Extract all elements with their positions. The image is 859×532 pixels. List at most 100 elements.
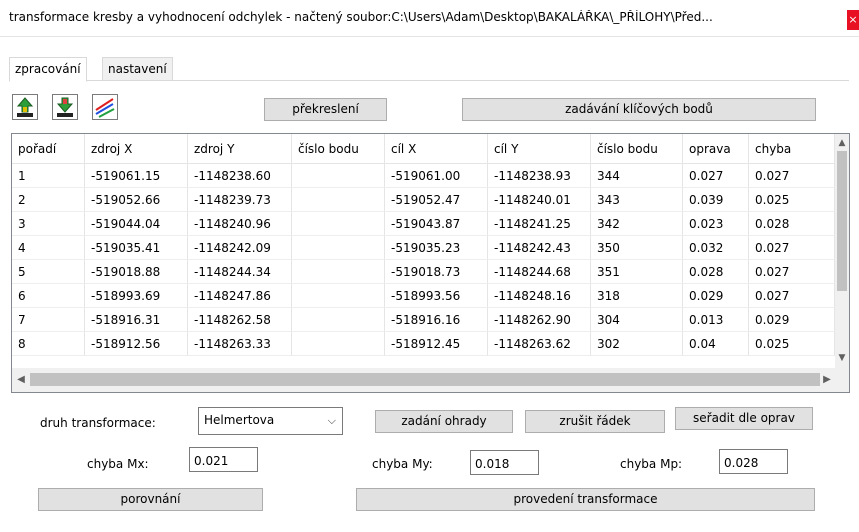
table-cell[interactable]: -519018.88 [85, 260, 188, 284]
tab-nastaveni[interactable]: nastavení [102, 57, 173, 81]
table-cell[interactable]: -519052.66 [85, 188, 188, 212]
column-header[interactable]: cíl X [385, 134, 488, 164]
scroll-right-icon[interactable]: ▶ [820, 373, 834, 387]
table-row[interactable]: 7 -518916.31 -1148262.58 -518916.16 -114… [12, 308, 835, 332]
load-target-button[interactable] [52, 94, 78, 120]
mp-field[interactable] [719, 449, 788, 474]
horizontal-scrollbar[interactable]: ◀ ▶ [12, 368, 835, 392]
fence-button[interactable]: zadání ohrady [375, 410, 513, 433]
table-cell[interactable]: 0.027 [749, 284, 835, 308]
table-cell[interactable]: 7 [12, 308, 85, 332]
table-cell[interactable]: -1148262.58 [188, 308, 292, 332]
table-row[interactable]: 8 -518912.56 -1148263.33 -518912.45 -114… [12, 332, 835, 356]
column-header[interactable]: zdroj X [85, 134, 188, 164]
table-cell[interactable]: -519052.47 [385, 188, 488, 212]
table-cell[interactable]: 0.023 [683, 212, 749, 236]
table-cell[interactable]: 6 [12, 284, 85, 308]
table-cell[interactable]: -519018.73 [385, 260, 488, 284]
table-cell[interactable]: -1148263.33 [188, 332, 292, 356]
table-cell[interactable]: 344 [591, 164, 683, 188]
table-cell[interactable]: -1148244.34 [188, 260, 292, 284]
table-cell[interactable]: 350 [591, 236, 683, 260]
load-source-button[interactable] [12, 94, 38, 120]
table-cell[interactable]: 0.039 [683, 188, 749, 212]
points-table[interactable]: pořadí zdroj X zdroj Y číslo bodu cíl X … [11, 133, 850, 393]
table-cell[interactable] [292, 308, 385, 332]
table-cell[interactable]: 0.027 [749, 164, 835, 188]
table-cell[interactable]: -519044.04 [85, 212, 188, 236]
column-header[interactable]: pořadí [12, 134, 85, 164]
table-cell[interactable]: 304 [591, 308, 683, 332]
table-cell[interactable]: -519061.15 [85, 164, 188, 188]
table-cell[interactable]: 3 [12, 212, 85, 236]
table-cell[interactable]: 0.029 [683, 284, 749, 308]
table-cell[interactable]: 302 [591, 332, 683, 356]
table-row[interactable]: 2 -519052.66 -1148239.73 -519052.47 -114… [12, 188, 835, 212]
table-cell[interactable]: 351 [591, 260, 683, 284]
table-cell[interactable]: -519035.41 [85, 236, 188, 260]
table-cell[interactable]: -518912.56 [85, 332, 188, 356]
table-cell[interactable] [292, 284, 385, 308]
table-cell[interactable]: -1148242.43 [488, 236, 591, 260]
mx-field[interactable] [189, 447, 258, 472]
my-field[interactable] [470, 450, 539, 475]
table-cell[interactable]: -1148240.96 [188, 212, 292, 236]
compare-button[interactable]: porovnání [38, 488, 263, 511]
draw-lines-button[interactable] [92, 94, 118, 120]
table-cell[interactable]: -519035.23 [385, 236, 488, 260]
table-cell[interactable]: -1148262.90 [488, 308, 591, 332]
table-cell[interactable]: -1148242.09 [188, 236, 292, 260]
table-cell[interactable]: 318 [591, 284, 683, 308]
keypoints-button[interactable]: zadávání klíčových bodů [462, 98, 816, 121]
column-header[interactable]: oprava [683, 134, 749, 164]
table-row[interactable]: 1 -519061.15 -1148238.60 -519061.00 -114… [12, 164, 835, 188]
table-cell[interactable]: -519043.87 [385, 212, 488, 236]
table-cell[interactable]: 4 [12, 236, 85, 260]
horizontal-scroll-thumb[interactable] [30, 373, 820, 386]
close-button[interactable]: × [847, 10, 859, 30]
column-header[interactable]: chyba [749, 134, 835, 164]
table-cell[interactable] [292, 164, 385, 188]
table-cell[interactable]: 0.028 [683, 260, 749, 284]
delete-row-button[interactable]: zrušit řádek [525, 410, 665, 433]
table-cell[interactable]: 342 [591, 212, 683, 236]
execute-transformation-button[interactable]: provedení transformace [356, 488, 815, 511]
table-row[interactable]: 3 -519044.04 -1148240.96 -519043.87 -114… [12, 212, 835, 236]
table-cell[interactable] [292, 260, 385, 284]
table-cell[interactable]: -1148263.62 [488, 332, 591, 356]
table-cell[interactable]: 0.028 [749, 212, 835, 236]
table-cell[interactable]: 2 [12, 188, 85, 212]
scroll-up-icon[interactable]: ▲ [835, 136, 849, 150]
sort-by-corrections-button[interactable]: seřadit dle oprav [675, 407, 813, 430]
table-cell[interactable]: 8 [12, 332, 85, 356]
table-cell[interactable]: 1 [12, 164, 85, 188]
table-cell[interactable]: -1148238.60 [188, 164, 292, 188]
column-header[interactable]: číslo bodu [292, 134, 385, 164]
table-row[interactable]: 4 -519035.41 -1148242.09 -519035.23 -114… [12, 236, 835, 260]
table-cell[interactable]: 0.032 [683, 236, 749, 260]
table-row[interactable]: 6 -518993.69 -1148247.86 -518993.56 -114… [12, 284, 835, 308]
table-cell[interactable]: -1148238.93 [488, 164, 591, 188]
scroll-left-icon[interactable]: ◀ [14, 373, 28, 387]
table-cell[interactable]: 0.029 [749, 308, 835, 332]
table-cell[interactable]: -519061.00 [385, 164, 488, 188]
scroll-down-icon[interactable]: ▼ [835, 351, 849, 365]
table-cell[interactable]: -518993.56 [385, 284, 488, 308]
table-cell[interactable]: -1148239.73 [188, 188, 292, 212]
tab-zpracovani[interactable]: zpracování [9, 57, 87, 82]
table-cell[interactable]: -1148241.25 [488, 212, 591, 236]
table-row[interactable]: 5 -519018.88 -1148244.34 -519018.73 -114… [12, 260, 835, 284]
table-cell[interactable]: -518993.69 [85, 284, 188, 308]
column-header[interactable]: cíl Y [488, 134, 591, 164]
transform-type-select[interactable]: Helmertova ⌵ [198, 407, 343, 435]
table-cell[interactable]: 0.027 [683, 164, 749, 188]
table-cell[interactable]: -518912.45 [385, 332, 488, 356]
table-cell[interactable]: -1148240.01 [488, 188, 591, 212]
column-header[interactable]: zdroj Y [188, 134, 292, 164]
table-cell[interactable]: 0.013 [683, 308, 749, 332]
vertical-scroll-thumb[interactable] [837, 151, 847, 291]
column-header[interactable]: číslo bodu [591, 134, 683, 164]
table-cell[interactable]: 0.027 [749, 236, 835, 260]
table-cell[interactable]: -518916.16 [385, 308, 488, 332]
table-cell[interactable]: 0.025 [749, 332, 835, 356]
